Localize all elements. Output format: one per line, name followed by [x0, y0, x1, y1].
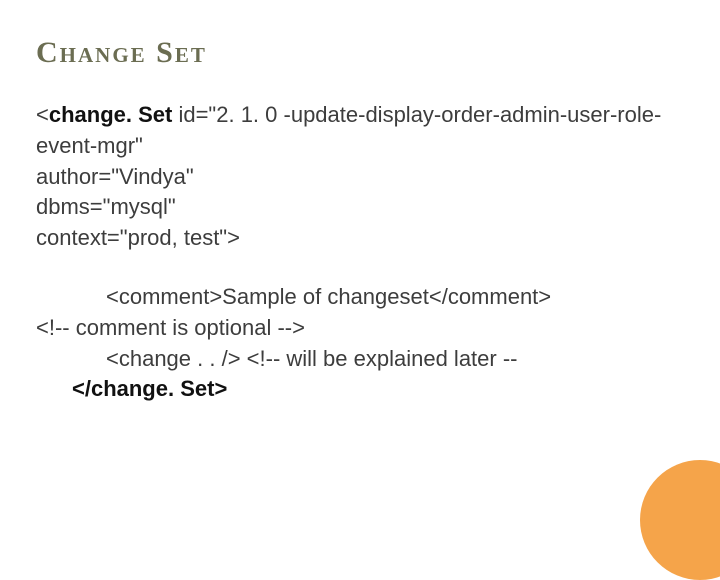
open-angle: < — [36, 102, 49, 127]
tag-name-open: change. Set — [49, 102, 172, 127]
code-line-comment-optional: <!-- comment is optional --> — [36, 313, 684, 344]
code-line-open: <change. Set id="2. 1. 0 -update-display… — [36, 100, 684, 162]
code-line-dbms: dbms="mysql" — [36, 192, 684, 223]
code-line-change: <change . . /> <!-- will be explained la… — [36, 344, 684, 375]
code-line-comment-sample: <comment>Sample of changeset</comment> — [36, 282, 684, 313]
page-title: Change Set — [36, 36, 684, 70]
accent-circle-icon — [640, 460, 720, 580]
code-line-context: context="prod, test"> — [36, 223, 684, 254]
tag-name-close: </change. Set> — [36, 374, 684, 405]
slide: Change Set <change. Set id="2. 1. 0 -upd… — [0, 0, 720, 540]
code-block: <change. Set id="2. 1. 0 -update-display… — [36, 100, 684, 405]
spacer — [36, 254, 684, 282]
code-line-author: author="Vindya" — [36, 162, 684, 193]
